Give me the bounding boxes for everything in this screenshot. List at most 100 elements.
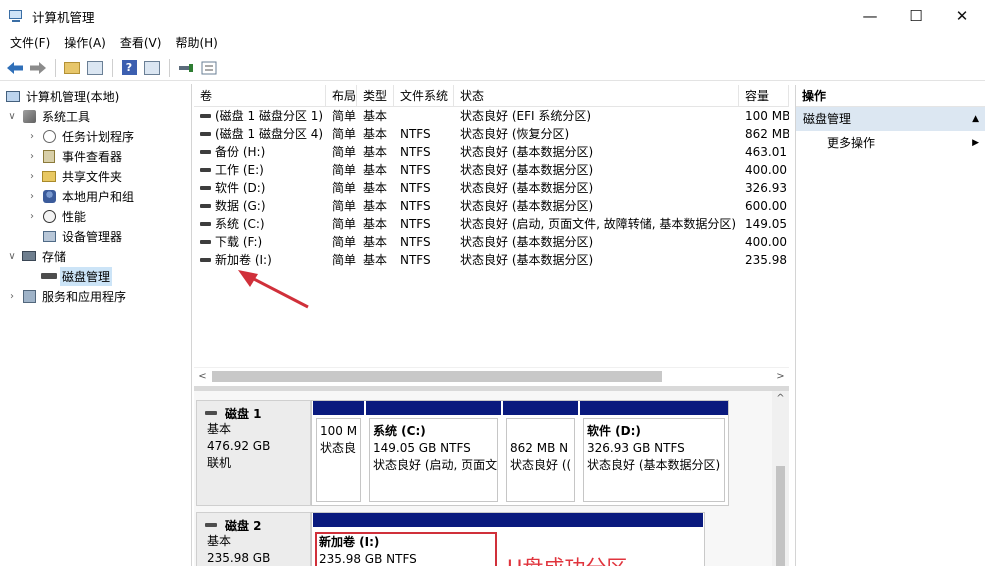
table-row[interactable]: 软件 (D:) 简单 基本 NTFS 状态良好 (基本数据分区) 326.93 (194, 179, 789, 197)
volume-icon (200, 150, 211, 154)
tree-item-computer-management[interactable]: 计算机管理(本地) (0, 86, 191, 106)
column-header-layout[interactable]: 布局 (326, 85, 357, 107)
partition-bar (313, 401, 364, 415)
disk-1-info[interactable]: 磁盘 1 基本 476.92 GB 联机 (196, 400, 311, 506)
tree-item-storage[interactable]: ∨ 存储 (0, 246, 191, 266)
column-header-volume[interactable]: 卷 (194, 85, 326, 107)
partition-recovery[interactable]: 862 MB N 状态良好 (( (503, 401, 578, 505)
chevron-right-icon[interactable]: › (26, 131, 38, 142)
volume-status: 状态良好 (基本数据分区) (460, 145, 594, 159)
chevron-right-icon[interactable]: › (6, 291, 18, 302)
volume-filesystem: NTFS (400, 163, 431, 177)
list-view-button[interactable] (198, 57, 220, 79)
volume-type: 基本 (363, 181, 388, 195)
table-row[interactable]: (磁盘 1 磁盘分区 1) 简单 基本 状态良好 (EFI 系统分区) 100 MB (194, 107, 789, 125)
volume-name-text: 工作 (E:) (215, 163, 264, 177)
partition-system-c[interactable]: 系统 (C:) 149.05 GB NTFS 状态良好 (启动, 页面文 (366, 401, 501, 505)
connect-button[interactable] (175, 57, 197, 79)
tree-item-local-users[interactable]: › 本地用户和组 (0, 186, 191, 206)
table-row[interactable]: 备份 (H:) 简单 基本 NTFS 状态良好 (基本数据分区) 463.01 (194, 143, 789, 161)
performance-icon (41, 208, 57, 224)
table-row[interactable]: 新加卷 (I:) 简单 基本 NTFS 状态良好 (基本数据分区) 235.98 (194, 251, 789, 269)
table-row[interactable]: 工作 (E:) 简单 基本 NTFS 状态良好 (基本数据分区) 400.00 (194, 161, 789, 179)
service-icon (21, 288, 37, 304)
chevron-right-icon[interactable]: › (26, 191, 38, 202)
scrollbar-thumb[interactable] (776, 466, 785, 566)
table-row[interactable]: 数据 (G:) 简单 基本 NTFS 状态良好 (基本数据分区) 600.00 (194, 197, 789, 215)
forward-arrow-icon (30, 61, 46, 74)
disk-type: 基本 (207, 534, 232, 548)
up-one-level-button[interactable] (61, 57, 83, 79)
show-hide-tree-button[interactable] (84, 57, 106, 79)
table-row[interactable]: (磁盘 1 磁盘分区 4) 简单 基本 NTFS 状态良好 (恢复分区) 862 MB (194, 125, 789, 143)
table-row[interactable]: 系统 (C:) 简单 基本 NTFS 状态良好 (启动, 页面文件, 故障转储, 基本数… (194, 215, 789, 233)
chevron-right-icon[interactable]: › (26, 151, 38, 162)
tree-item-system-tools[interactable]: ∨ 系统工具 (0, 106, 191, 126)
volume-capacity: 149.05 (745, 217, 787, 231)
partition-size: 862 MB N (510, 441, 569, 455)
maximize-button[interactable]: ☐ (893, 0, 939, 32)
partition-status: 状态良好 (( (510, 458, 572, 472)
volume-name: 数据 (G:) (194, 197, 326, 215)
more-actions-item[interactable]: 更多操作 ▶ (796, 131, 985, 155)
column-header-capacity[interactable]: 容量 (739, 85, 789, 107)
volume-type: 基本 (363, 109, 388, 123)
scroll-right-icon[interactable]: > (772, 368, 789, 385)
close-button[interactable]: ✕ (939, 0, 985, 32)
volume-icon (200, 222, 211, 226)
volume-filesystem: NTFS (400, 127, 431, 141)
vertical-scrollbar[interactable]: ^ (772, 391, 789, 566)
volume-name: 系统 (C:) (194, 215, 326, 233)
chevron-right-icon[interactable]: › (26, 211, 38, 222)
properties-button[interactable] (141, 57, 163, 79)
volume-capacity: 862 MB (745, 127, 789, 141)
column-header-type[interactable]: 类型 (357, 85, 394, 107)
menu-help[interactable]: 帮助(H) (168, 32, 224, 54)
tree-item-performance[interactable]: › 性能 (0, 206, 191, 226)
submenu-arrow-icon: ▶ (972, 138, 979, 148)
clock-icon (41, 128, 57, 144)
table-row[interactable]: 下载 (F:) 简单 基本 NTFS 状态良好 (基本数据分区) 400.00 (194, 233, 789, 251)
volume-icon (200, 132, 211, 136)
minimize-button[interactable]: — (847, 0, 893, 32)
partition-efi[interactable]: 100 M 状态良 (313, 401, 364, 505)
connect-icon (179, 63, 193, 72)
scroll-left-icon[interactable]: < (194, 368, 211, 385)
volume-type: 基本 (363, 253, 388, 267)
scroll-up-icon[interactable]: ^ (772, 393, 789, 404)
up-folder-icon (64, 61, 80, 74)
tree-item-services-apps[interactable]: › 服务和应用程序 (0, 286, 191, 306)
menu-file[interactable]: 文件(F) (3, 32, 57, 54)
title-bar: 计算机管理 — ☐ ✕ (0, 0, 985, 32)
toolbar: ? (0, 55, 985, 81)
tree-item-device-manager[interactable]: 设备管理器 (0, 226, 191, 246)
tree-item-event-viewer[interactable]: › 事件查看器 (0, 146, 191, 166)
column-header-filesystem[interactable]: 文件系统 (394, 85, 454, 107)
column-header-status[interactable]: 状态 (454, 85, 739, 107)
navigation-tree: 计算机管理(本地) ∨ 系统工具 › 任务计划程序 › 事件查看器 › 共享文件… (0, 84, 192, 566)
volume-capacity: 463.01 (745, 145, 787, 159)
tree-item-shared-folders[interactable]: › 共享文件夹 (0, 166, 191, 186)
tree-item-task-scheduler[interactable]: › 任务计划程序 (0, 126, 191, 146)
partition-software-d[interactable]: 软件 (D:) 326.93 GB NTFS 状态良好 (基本数据分区) (580, 401, 728, 505)
chevron-down-icon[interactable]: ∨ (6, 111, 18, 122)
back-button[interactable] (4, 57, 26, 79)
menu-view[interactable]: 查看(V) (113, 32, 169, 54)
tree-item-disk-management[interactable]: 磁盘管理 (0, 266, 191, 286)
partition-status: 状态良 (320, 441, 357, 455)
disk-2-info[interactable]: 磁盘 2 基本 235.98 GB (196, 512, 311, 566)
help-button[interactable]: ? (118, 57, 140, 79)
forward-button[interactable] (27, 57, 49, 79)
chevron-right-icon[interactable]: › (26, 171, 38, 182)
menu-action[interactable]: 操作(A) (57, 32, 113, 54)
collapse-up-icon[interactable]: ▲ (972, 107, 979, 131)
volume-status: 状态良好 (基本数据分区) (460, 235, 594, 249)
volume-status: 状态良好 (基本数据分区) (460, 253, 594, 267)
chevron-down-icon[interactable]: ∨ (6, 251, 18, 262)
actions-section-disk-management[interactable]: 磁盘管理 ▲ (796, 107, 985, 131)
scrollbar-thumb[interactable] (212, 371, 662, 382)
horizontal-scrollbar[interactable]: < > (194, 367, 789, 384)
volume-type: 基本 (363, 199, 388, 213)
partition-bar (366, 401, 501, 415)
volume-type: 基本 (363, 235, 388, 249)
